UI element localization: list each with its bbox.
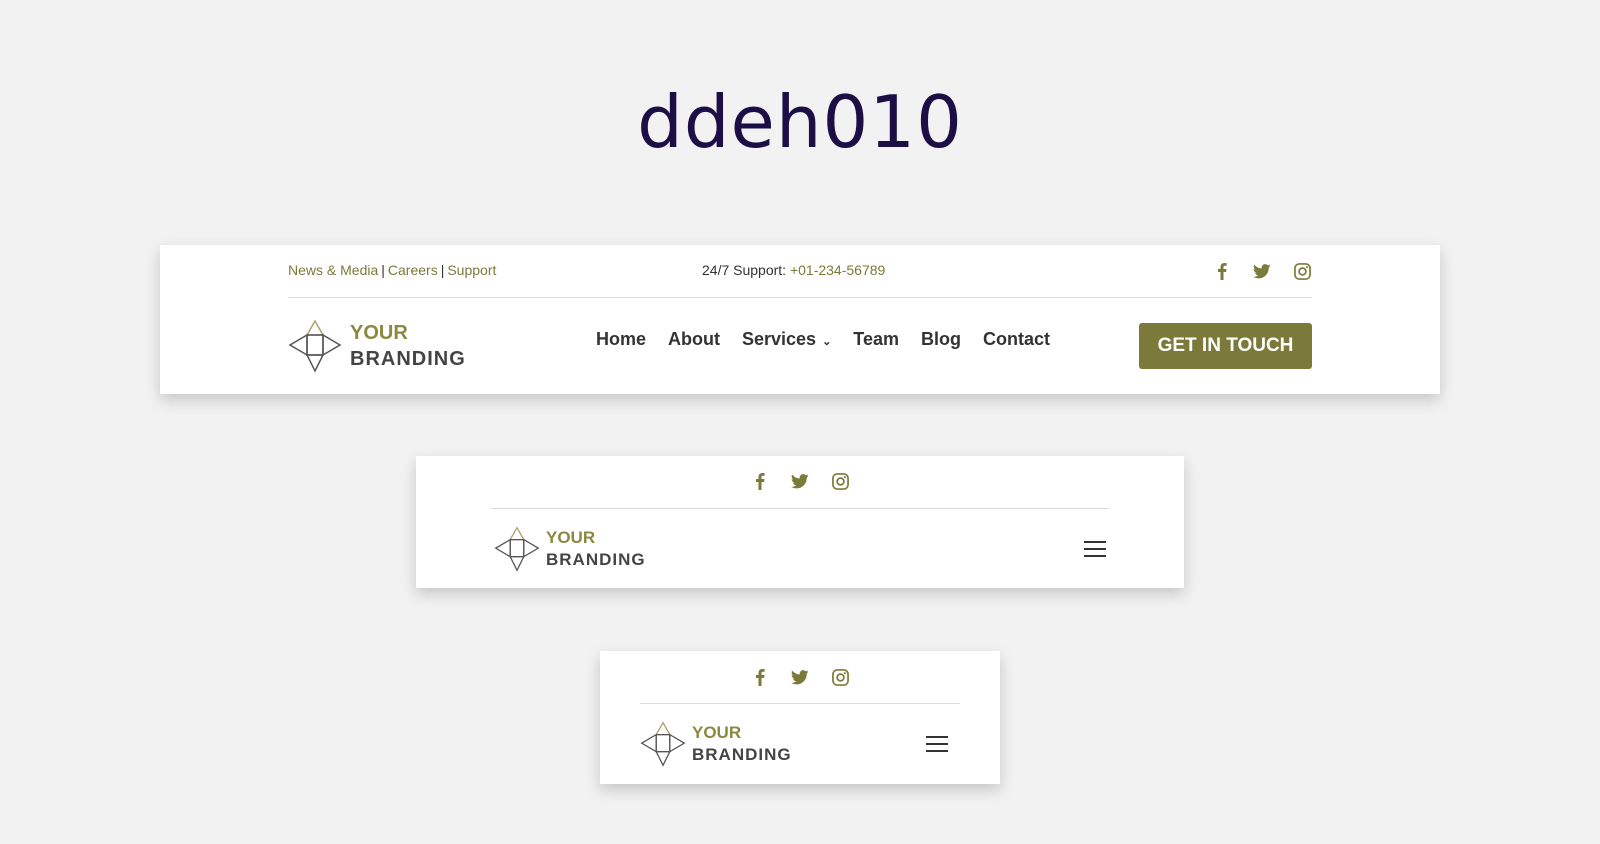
instagram-icon[interactable] (830, 471, 850, 491)
logo-mark-icon (288, 319, 342, 373)
hamburger-menu-icon[interactable] (926, 736, 948, 752)
mobile-topbar (640, 651, 960, 704)
social-icons (750, 471, 850, 491)
nav-blog[interactable]: Blog (921, 329, 961, 350)
separator: | (440, 262, 445, 278)
support-phone[interactable]: +01-234-56789 (790, 262, 885, 278)
nav-services-label: Services (742, 329, 817, 349)
twitter-icon[interactable] (790, 667, 810, 687)
logo-line2: BRANDING (546, 550, 646, 569)
desktop-header: News & Media | Careers | Support 24/7 Suppor… (160, 245, 1440, 394)
nav-contact[interactable]: Contact (983, 329, 1050, 350)
main-nav: Home About Services ⌄ Team Blog Contact (596, 329, 1050, 350)
news-media-link[interactable]: News & Media (288, 262, 378, 278)
top-links: News & Media | Careers | Support (288, 262, 496, 278)
logo-line1: YOUR (546, 527, 596, 547)
desktop-topbar: News & Media | Careers | Support 24/7 Suppor… (288, 245, 1312, 298)
brand-logo[interactable]: YOUR BRANDING (494, 526, 646, 572)
instagram-icon[interactable] (830, 667, 850, 687)
get-in-touch-button[interactable]: GET IN TOUCH (1139, 323, 1312, 369)
support-link[interactable]: Support (447, 262, 496, 278)
chevron-down-icon: ⌄ (822, 336, 832, 348)
instagram-icon[interactable] (1292, 261, 1312, 281)
tablet-header: YOUR BRANDING (416, 456, 1184, 588)
support-info: 24/7 Support: +01-234-56789 (702, 262, 885, 278)
tablet-topbar (491, 456, 1109, 509)
logo-mark-icon (494, 526, 540, 572)
nav-about[interactable]: About (668, 329, 720, 350)
mobile-header: YOUR BRANDING (600, 651, 1000, 784)
nav-team[interactable]: Team (853, 329, 899, 350)
logo-line2: BRANDING (350, 348, 466, 370)
logo-line1: YOUR (692, 722, 742, 742)
hamburger-menu-icon[interactable] (1084, 541, 1106, 557)
separator: | (381, 262, 385, 278)
logo-line1: YOUR (350, 322, 408, 344)
support-label: 24/7 Support: (702, 262, 787, 278)
nav-services[interactable]: Services ⌄ (742, 329, 831, 350)
twitter-icon[interactable] (1252, 261, 1272, 281)
logo-line2: BRANDING (692, 745, 792, 764)
careers-link[interactable]: Careers (388, 262, 438, 278)
twitter-icon[interactable] (790, 471, 810, 491)
facebook-icon[interactable] (1212, 261, 1232, 281)
facebook-icon[interactable] (750, 667, 770, 687)
logo-mark-icon (640, 721, 686, 767)
facebook-icon[interactable] (750, 471, 770, 491)
social-icons (750, 667, 850, 687)
brand-logo[interactable]: YOUR BRANDING (640, 721, 792, 767)
brand-logo[interactable]: YOUR BRANDING (288, 319, 466, 373)
social-icons (1212, 261, 1312, 281)
nav-home[interactable]: Home (596, 329, 646, 350)
page-title: ddeh010 (637, 80, 963, 164)
